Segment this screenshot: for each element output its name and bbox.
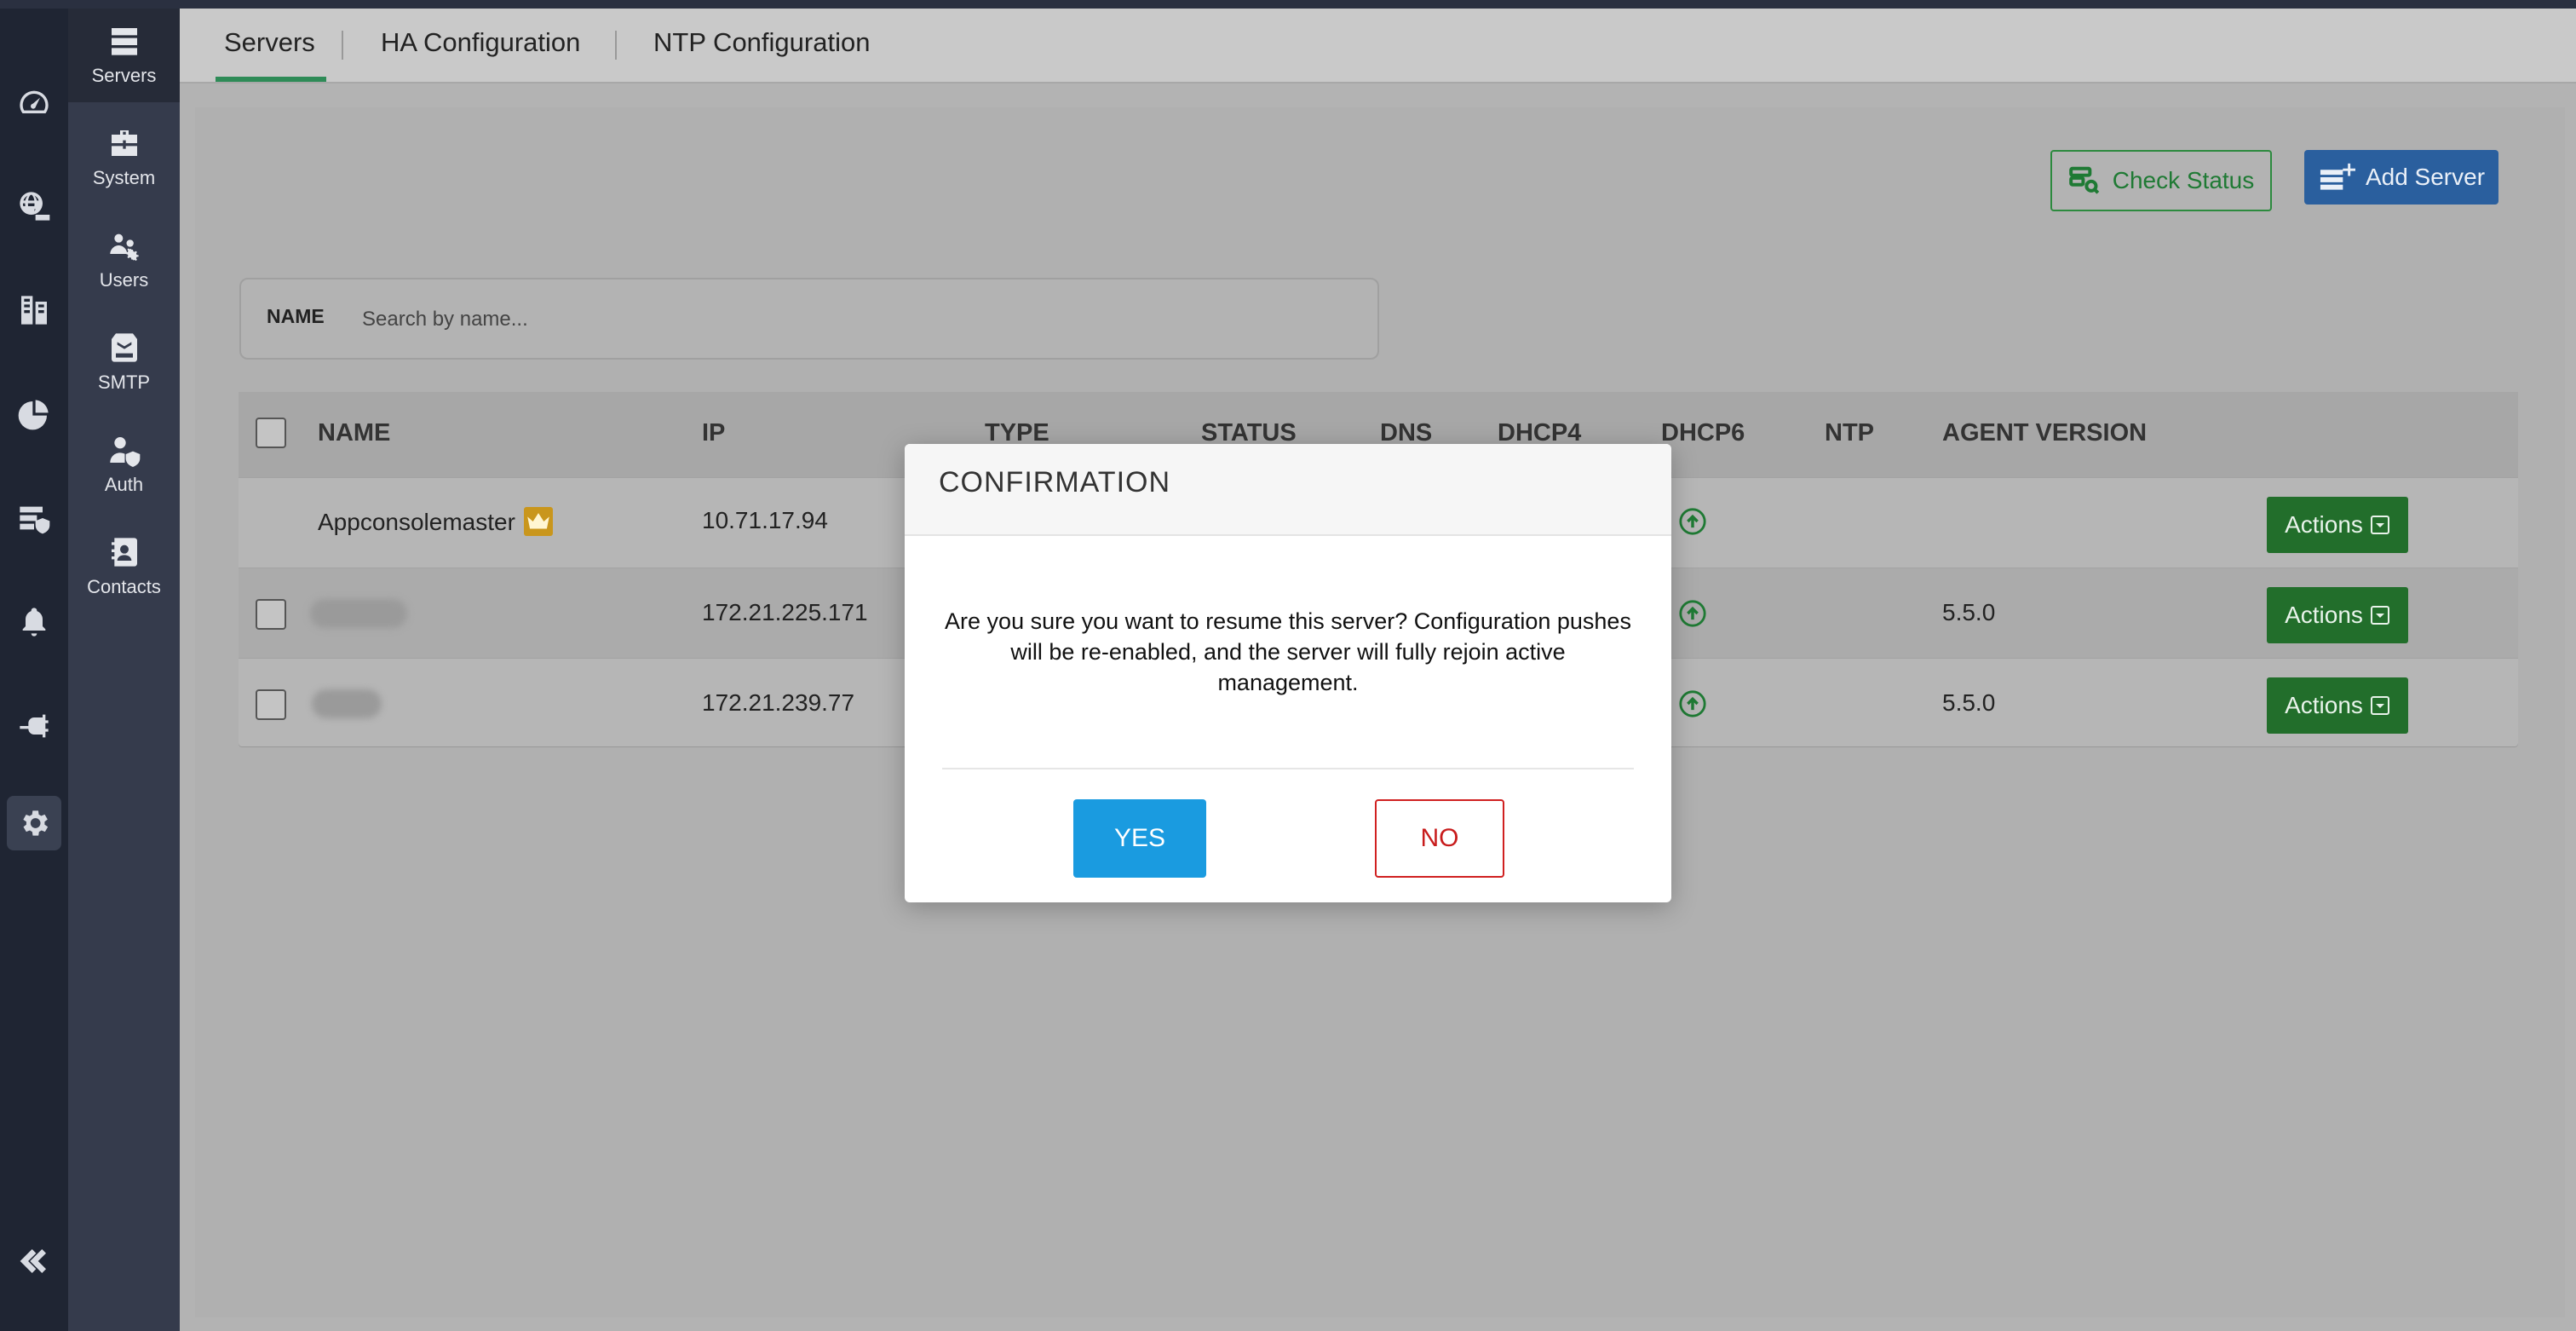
- add-server-icon: [2320, 163, 2355, 190]
- security-server-icon[interactable]: [15, 499, 53, 537]
- column-header-dhcp6[interactable]: DHCP6: [1661, 419, 1745, 447]
- server-name-cell: Appconsolemaster: [318, 506, 553, 539]
- add-server-label: Add Server: [2365, 164, 2486, 190]
- actions-button[interactable]: Actions: [2267, 677, 2408, 734]
- actions-label: Actions: [2285, 602, 2363, 628]
- no-button[interactable]: NO: [1375, 799, 1504, 878]
- crown-icon: [523, 506, 553, 536]
- subnav-item-servers[interactable]: Servers: [68, 9, 180, 102]
- active-tab-indicator: [216, 77, 326, 82]
- tab-servers[interactable]: Servers: [224, 27, 315, 58]
- agent-version: 5.5.0: [1942, 599, 1996, 625]
- subnav-item-label: SMTP: [97, 372, 151, 393]
- tab-separator: [615, 31, 617, 60]
- subnav-item-auth[interactable]: Auth: [68, 418, 180, 511]
- icon-rail: [0, 9, 68, 1331]
- actions-button[interactable]: Actions: [2267, 587, 2408, 643]
- reports-pie-icon[interactable]: [15, 395, 53, 433]
- mail-server-icon: [111, 333, 137, 362]
- toolbox-icon: [111, 130, 137, 156]
- dashboard-icon[interactable]: [15, 84, 53, 121]
- subnav-item-users[interactable]: Users: [68, 213, 180, 307]
- dropdown-caret-icon: [2370, 696, 2389, 715]
- confirmation-dialog: CONFIRMATION Are you sure you want to re…: [905, 444, 1671, 902]
- user-shield-icon: [109, 437, 140, 467]
- settings-subnav: Servers System Users SMTP Auth Contacts: [68, 9, 180, 1331]
- server-ip: 172.21.225.171: [702, 599, 868, 625]
- dropdown-caret-icon: [2370, 516, 2389, 534]
- collapse-sidebar-icon[interactable]: [17, 1244, 51, 1278]
- dialog-title: CONFIRMATION: [939, 466, 1171, 498]
- subnav-item-label: Servers: [91, 65, 157, 86]
- add-server-button[interactable]: Add Server: [2304, 150, 2498, 205]
- server-icon: [111, 28, 137, 55]
- tab-separator: [342, 31, 343, 60]
- subnav-item-label: System: [92, 167, 156, 188]
- select-all-checkbox[interactable]: [256, 418, 286, 448]
- server-ip: 172.21.239.77: [702, 689, 855, 716]
- dialog-header: CONFIRMATION: [905, 444, 1671, 536]
- dhcp6-running-icon: [1678, 689, 1707, 718]
- row-checkbox[interactable]: [256, 599, 286, 630]
- check-status-button[interactable]: Check Status: [2050, 150, 2272, 211]
- redacted-server-name: [310, 599, 407, 628]
- tab-bar: Servers HA Configuration NTP Configurati…: [180, 9, 2576, 84]
- subnav-item-contacts[interactable]: Contacts: [68, 520, 180, 614]
- agent-version: 5.5.0: [1942, 689, 1996, 716]
- subnav-item-smtp[interactable]: SMTP: [68, 315, 180, 409]
- dns-globe-icon[interactable]: [15, 187, 53, 225]
- search-label: NAME: [267, 305, 325, 327]
- dialog-message: Are you sure you want to resume this ser…: [945, 608, 1631, 695]
- ipam-building-icon[interactable]: [15, 291, 53, 329]
- column-header-agent-version[interactable]: AGENT VERSION: [1942, 419, 2147, 447]
- actions-button[interactable]: Actions: [2267, 497, 2408, 553]
- bell-icon[interactable]: [15, 603, 53, 641]
- server-ip: 10.71.17.94: [702, 507, 828, 533]
- dialog-divider: [942, 768, 1634, 769]
- tab-ha-configuration[interactable]: HA Configuration: [381, 27, 580, 58]
- contact-book-icon: [111, 538, 137, 567]
- name-filter: NAME: [239, 278, 1379, 360]
- server-name: Appconsolemaster: [318, 509, 515, 535]
- subnav-item-label: Auth: [104, 474, 144, 495]
- plugin-icon[interactable]: [15, 707, 53, 745]
- subnav-item-label: Users: [99, 269, 149, 291]
- actions-label: Actions: [2285, 511, 2363, 538]
- top-bar: [0, 0, 2576, 9]
- server-search-icon: [2068, 166, 2099, 194]
- subnav-item-system[interactable]: System: [68, 111, 180, 205]
- subnav-item-label: Contacts: [87, 576, 161, 597]
- dhcp6-running-icon: [1678, 507, 1707, 536]
- settings-gear-icon[interactable]: [7, 796, 61, 850]
- users-gear-icon: [109, 233, 139, 261]
- column-header-ip[interactable]: IP: [702, 419, 725, 447]
- column-header-ntp[interactable]: NTP: [1825, 419, 1874, 447]
- search-input[interactable]: [360, 298, 1343, 341]
- dhcp6-running-icon: [1678, 599, 1707, 628]
- yes-button[interactable]: YES: [1073, 799, 1206, 878]
- dropdown-caret-icon: [2370, 606, 2389, 625]
- row-checkbox[interactable]: [256, 689, 286, 720]
- actions-label: Actions: [2285, 692, 2363, 718]
- tab-ntp-configuration[interactable]: NTP Configuration: [653, 27, 870, 58]
- column-header-name[interactable]: NAME: [318, 419, 390, 447]
- redacted-server-name: [312, 689, 382, 718]
- check-status-label: Check Status: [2112, 167, 2255, 193]
